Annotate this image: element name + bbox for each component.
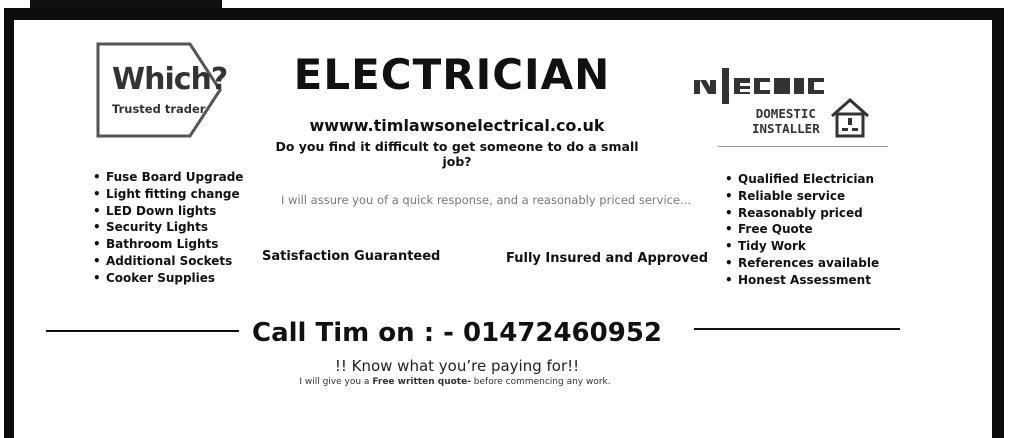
which-title: Which?: [112, 62, 228, 97]
which-trusted-trader-badge: Which? Trusted trader: [94, 42, 228, 138]
quote-prefix: I will give you a: [299, 377, 373, 387]
quote-bold: Free written quote-: [372, 377, 471, 387]
list-item: Additional Sockets: [92, 253, 243, 270]
list-item: Free Quote: [724, 221, 879, 238]
list-item: Security Lights: [92, 219, 243, 236]
niceic-domestic-installer-text: DOMESTIC INSTALLER: [752, 106, 820, 136]
question: Do you find it difficult to get someone …: [275, 139, 639, 169]
list-item: Cooker Supplies: [92, 270, 243, 287]
quote-line: I will give you a Free written quote- be…: [240, 377, 670, 387]
list-item: Tidy Work: [724, 238, 879, 255]
niceic-line1: DOMESTIC: [755, 106, 816, 121]
insured-text: Fully Insured and Approved: [506, 251, 709, 266]
list-item: Honest Assessment: [724, 272, 879, 289]
assurance-text: I will assure you of a quick response, a…: [280, 193, 692, 207]
house-socket-icon: [831, 97, 869, 138]
know-line: !! Know what you’re paying for!!: [334, 357, 580, 375]
list-item: Bathroom Lights: [92, 236, 243, 253]
services-list: Fuse Board Upgrade Light fitting change …: [92, 169, 243, 287]
list-item: References available: [724, 255, 879, 272]
list-item: Fuse Board Upgrade: [92, 169, 243, 186]
which-subtitle: Trusted trader: [112, 102, 206, 116]
top-tab-bar: [30, 0, 222, 8]
quote-suffix: before commencing any work.: [470, 377, 611, 387]
website: wwww.timlawsonelectrical.co.uk: [309, 116, 605, 135]
list-item: Reliable service: [724, 188, 879, 205]
list-item: Light fitting change: [92, 186, 243, 203]
list-item: LED Down lights: [92, 203, 243, 220]
niceic-underline: [718, 146, 888, 147]
headline: ELECTRICIAN: [293, 50, 611, 99]
list-item: Reasonably priced: [724, 205, 879, 222]
list-item: Qualified Electrician: [724, 171, 879, 188]
divider-right: [694, 328, 900, 330]
satisfaction-text: Satisfaction Guaranteed: [262, 249, 441, 264]
qualities-list: Qualified Electrician Reliable service R…: [724, 171, 879, 289]
divider-left: [46, 330, 239, 332]
niceic-line2: INSTALLER: [752, 121, 820, 136]
call-line: Call Tim on : - 01472460952: [252, 318, 663, 348]
